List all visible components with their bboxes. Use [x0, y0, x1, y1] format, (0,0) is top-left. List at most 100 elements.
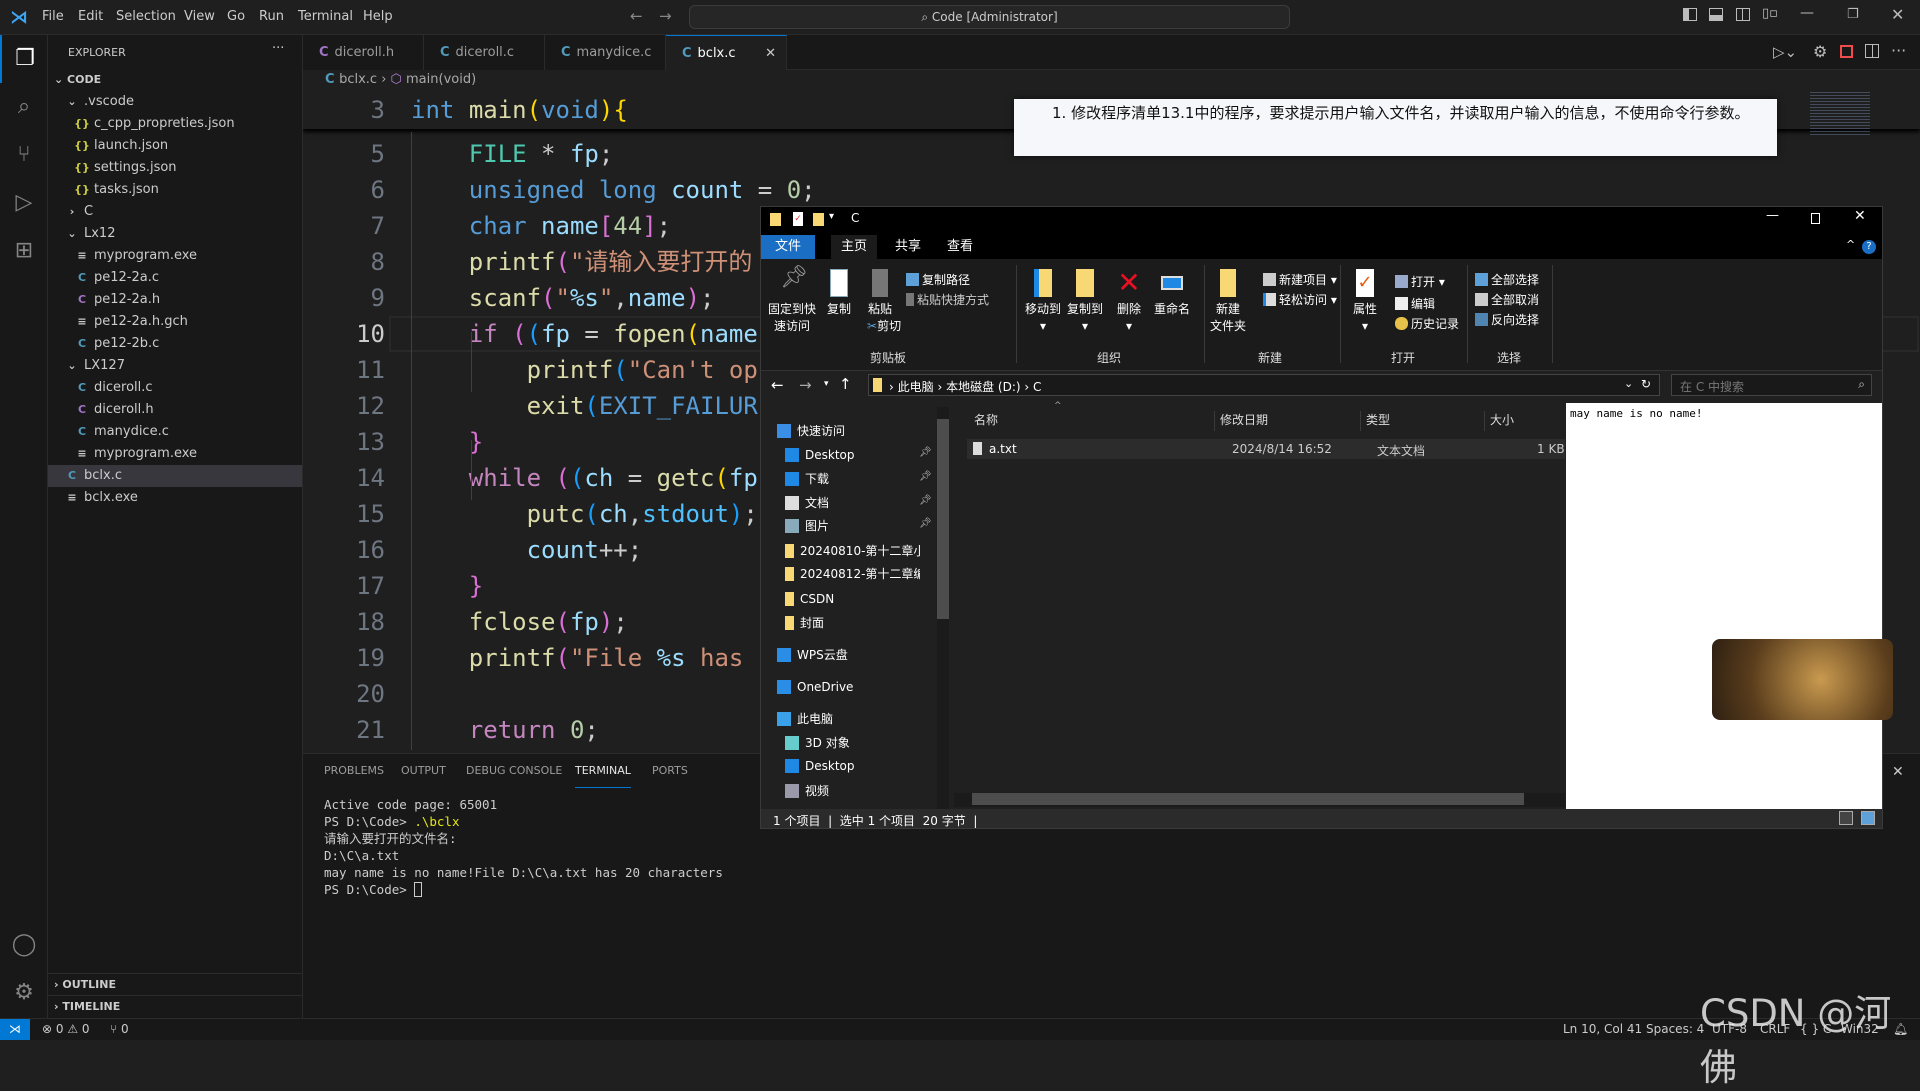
select-none-button[interactable]: 全部取消 [1475, 291, 1539, 308]
code-line[interactable]: fclose(fp); [411, 604, 628, 640]
more-actions-icon[interactable]: ··· [1891, 41, 1906, 60]
panel-tab-output[interactable]: OUTPUT [401, 764, 446, 788]
gear-icon[interactable]: ⚙ [1813, 42, 1827, 61]
details-view-icon[interactable] [1839, 811, 1853, 825]
tree-item[interactable]: Cmanydice.c [48, 421, 302, 443]
tab-manydice-c[interactable]: Cmanydice.c [545, 35, 666, 70]
toggle-secondary-sidebar-icon[interactable] [1736, 8, 1750, 21]
paste-shortcut-button[interactable]: 粘贴快捷方式 [906, 291, 989, 308]
horizontal-scrollbar[interactable] [954, 793, 1565, 807]
tree-item[interactable]: Cbclx.c [48, 465, 302, 487]
source-control-icon[interactable]: ⑂ [0, 131, 48, 179]
address-bar[interactable]: › 此电脑 › 本地磁盘 (D:) › C ⌄ ↻ [868, 374, 1660, 396]
tree-item[interactable]: {} tasks.json [48, 179, 302, 201]
quick-access-dropdown-icon[interactable]: ▾ [829, 211, 834, 222]
properties-button[interactable]: ✓ 属性 ▾ [1349, 269, 1381, 335]
tree-item[interactable]: {} settings.json [48, 157, 302, 179]
edit-button[interactable]: 编辑 [1395, 295, 1435, 312]
collapse-ribbon-icon[interactable]: ^ [1846, 238, 1855, 251]
panel-tab-terminal[interactable]: TERMINAL [575, 764, 631, 788]
large-icons-view-icon[interactable] [1861, 811, 1875, 825]
nav-item[interactable]: 快速访问 [777, 421, 912, 441]
new-folder-quick-icon[interactable] [813, 213, 824, 226]
nav-scrollbar[interactable] [937, 407, 949, 809]
menu-go[interactable]: Go [227, 9, 245, 24]
command-center-search[interactable]: ⌕ Code [Administrator] [689, 5, 1290, 29]
invert-selection-button[interactable]: 反向选择 [1475, 311, 1539, 328]
nav-item[interactable]: 封面 [785, 613, 920, 633]
tree-item[interactable]: ≡ bclx.exe [48, 487, 302, 509]
menu-file[interactable]: File [42, 9, 64, 24]
up-button[interactable]: ↑ [839, 375, 852, 393]
open-button[interactable]: 打开 ▾ [1395, 273, 1445, 290]
nav-item[interactable]: 下载 [785, 469, 920, 489]
tree-item[interactable]: ≡ myprogram.exe [48, 443, 302, 465]
tree-item[interactable]: Cpe12-2a.c [48, 267, 302, 289]
code-line[interactable]: printf("请输入要打开的 [411, 244, 753, 280]
cut-button[interactable]: ✂剪切 [867, 317, 901, 334]
column-header[interactable]: 名称 [974, 411, 998, 431]
tree-item[interactable]: ⌄ Lx12 [48, 223, 302, 245]
code-line[interactable]: printf("Can't op [411, 352, 758, 388]
column-header[interactable]: 类型 [1360, 411, 1390, 431]
nav-item[interactable]: 图片 [785, 516, 920, 536]
panel-tab-debug-console[interactable]: DEBUG CONSOLE [466, 764, 562, 788]
back-button[interactable]: ← [771, 376, 784, 394]
terminal-prompt[interactable]: PS D:\Code> [324, 881, 423, 898]
close-panel-icon[interactable]: ✕ [1892, 764, 1904, 780]
code-line[interactable]: } [411, 424, 483, 460]
help-icon[interactable]: ? [1862, 240, 1876, 254]
history-button[interactable]: 历史记录 [1395, 315, 1459, 332]
tree-item[interactable]: {} c_cpp_propreties.json [48, 113, 302, 135]
search-input[interactable]: 在 C 中搜索 ⌕ [1671, 374, 1872, 396]
remote-icon[interactable]: ⋊ [0, 1019, 30, 1040]
close-window-button[interactable]: ✕ [1854, 208, 1866, 224]
easy-access-button[interactable]: 轻松访问 ▾ [1263, 291, 1337, 308]
code-line[interactable]: if ((fp = fopen(name [411, 316, 758, 352]
maximize-button[interactable] [1811, 213, 1820, 224]
stop-icon[interactable] [1840, 45, 1853, 58]
code-line[interactable]: char name[44]; [411, 208, 671, 244]
copy-button[interactable]: 复制 [823, 269, 855, 318]
new-item-button[interactable]: 新建项目 ▾ [1263, 271, 1337, 288]
timeline-section[interactable]: › TIMELINE [48, 995, 302, 1017]
menu-terminal[interactable]: Terminal [298, 9, 353, 24]
split-editor-icon[interactable] [1865, 44, 1879, 58]
cursor-position[interactable]: Ln 10, Col 41 [1563, 1019, 1642, 1040]
properties-quick-icon[interactable]: ✓ [793, 212, 803, 226]
nav-item[interactable]: 20240810-第十二章小 [785, 541, 920, 561]
nav-item[interactable]: 20240812-第十二章编 [785, 564, 920, 584]
paste-button[interactable]: 粘贴 [864, 269, 896, 318]
minimize-button[interactable]: — [1800, 5, 1814, 21]
menu-selection[interactable]: Selection [116, 9, 176, 24]
move-to-button[interactable]: 移动到 ▾ [1025, 269, 1061, 335]
tree-item[interactable]: ⌄ LX127 [48, 355, 302, 377]
code-line[interactable]: } [411, 568, 483, 604]
code-line[interactable]: putc(ch,stdout); [411, 496, 758, 532]
menu-run[interactable]: Run [259, 9, 284, 24]
nav-item[interactable]: 视频 [785, 781, 920, 801]
ribbon-tab[interactable]: 主页 [831, 235, 878, 259]
tab-bclx-c[interactable]: Cbclx.c ✕ [666, 35, 787, 70]
tab-diceroll-h[interactable]: Cdiceroll.h [303, 35, 424, 70]
nav-item[interactable]: CSDN [785, 589, 920, 609]
nav-item[interactable]: 文档 [785, 493, 920, 513]
forward-arrow-icon[interactable]: → [659, 7, 672, 25]
tree-item[interactable]: Cdiceroll.c [48, 377, 302, 399]
panel-tab-ports[interactable]: PORTS [652, 764, 688, 788]
code-line[interactable]: exit(EXIT_FAILUR [411, 388, 758, 424]
ribbon-tab[interactable]: 共享 [885, 235, 931, 259]
code-line[interactable]: count++; [411, 532, 643, 568]
new-folder-button[interactable]: 新建 文件夹 [1208, 269, 1248, 335]
code-line[interactable]: scanf("%s",name); [411, 280, 715, 316]
copy-to-button[interactable]: 复制到 ▾ [1067, 269, 1103, 335]
pin-quick-access-button[interactable]: 📌︎ 固定到快 速访问 [767, 267, 817, 335]
workspace-root[interactable]: ⌄ CODE [48, 69, 302, 91]
search-icon[interactable]: ⌕ [0, 83, 48, 131]
code-line[interactable]: return 0; [411, 712, 599, 748]
rename-button[interactable]: 重命名 [1151, 269, 1193, 318]
menu-edit[interactable]: Edit [78, 9, 103, 24]
settings-gear-icon[interactable]: ⚙ [0, 969, 48, 1017]
menu-view[interactable]: View [184, 9, 215, 24]
recent-locations-icon[interactable]: ▾ [824, 379, 829, 389]
